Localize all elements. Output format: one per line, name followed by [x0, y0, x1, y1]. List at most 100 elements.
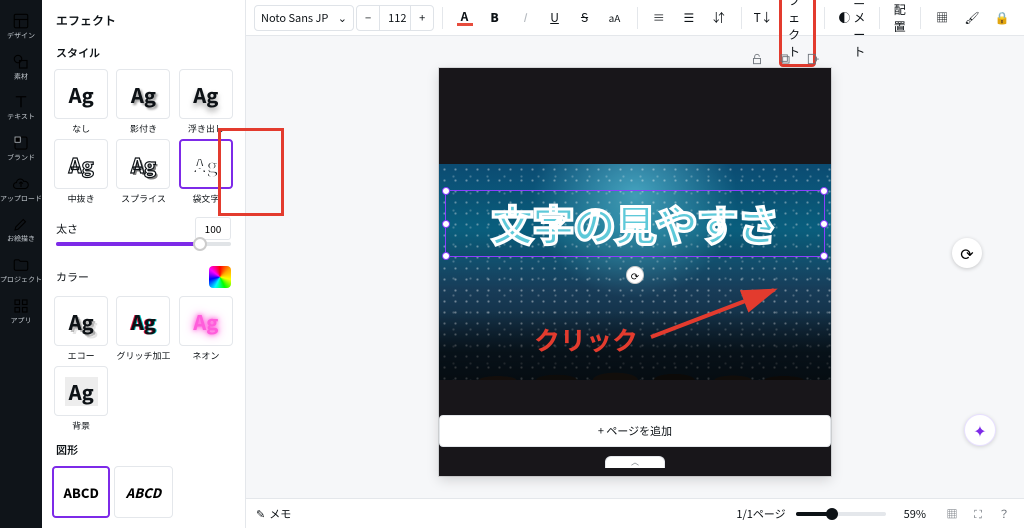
italic-button[interactable]: I — [511, 6, 539, 30]
list-button[interactable]: ☰ — [675, 6, 703, 30]
notes-icon: ✎ — [256, 506, 265, 522]
fullscreen-button[interactable]: ⛶ — [968, 504, 988, 524]
align-icon: ≡ — [651, 10, 667, 26]
style-shadow[interactable]: Ag 影付き — [114, 69, 172, 135]
tile-label: 影付き — [130, 122, 157, 135]
zoom-slider[interactable] — [796, 512, 886, 516]
selected-text-element[interactable]: 文字の見やすさ ⟳ — [445, 190, 825, 257]
style-section-label: スタイル — [42, 39, 245, 69]
rotate-handle[interactable]: ⟳ — [626, 266, 644, 284]
lock-button[interactable]: 🔒 — [988, 6, 1016, 30]
text-toolbar: Noto Sans JP ⌄ − 112 + A B I U S aA ≡ ☰ … — [246, 0, 1024, 36]
thickness-slider[interactable] — [56, 242, 231, 246]
rail-upload[interactable]: アップロード — [0, 169, 42, 208]
tile-label: ネオン — [192, 349, 219, 362]
tile-label: 中抜き — [68, 192, 95, 205]
resize-handle-sw[interactable] — [442, 252, 450, 260]
rail-label: テキスト — [7, 114, 35, 122]
rail-label: お絵描き — [7, 236, 35, 244]
shape-curve[interactable]: ABCD — [114, 466, 172, 518]
strikethrough-button[interactable]: S — [571, 6, 599, 30]
rail-label: デザイン — [7, 33, 35, 41]
add-page-button[interactable] — [802, 48, 824, 70]
underline-button[interactable]: U — [541, 6, 569, 30]
tile-label: 背景 — [72, 419, 90, 432]
rail-projects[interactable]: プロジェクト — [0, 250, 42, 289]
style-glitch[interactable]: Agグリッチ加工 — [114, 296, 172, 362]
transparency-button[interactable]: ▦ — [928, 6, 956, 30]
rail-text[interactable]: テキスト — [0, 87, 42, 126]
magic-button[interactable]: ✦ — [964, 414, 996, 446]
page-lock-button[interactable] — [746, 48, 768, 70]
tile-sample: Ag — [54, 366, 108, 416]
font-size-input[interactable]: 112 — [379, 6, 411, 30]
decrease-size-button[interactable]: − — [357, 6, 379, 30]
style-lift[interactable]: Ag浮き出し — [177, 69, 235, 135]
tile-sample: Ag — [54, 139, 108, 189]
tile-sample: Ag — [116, 296, 170, 346]
style-background[interactable]: Ag 背景 — [52, 366, 110, 432]
sparkle-icon: ✦ — [973, 418, 986, 442]
font-select[interactable]: Noto Sans JP ⌄ — [254, 5, 354, 31]
tile-sample: Ag — [179, 296, 233, 346]
shape-flat[interactable]: ABCD — [52, 466, 110, 518]
side-rail: デザイン 素材 テキスト ブランド アップロード お絵描き プロジェクト アプリ — [0, 0, 42, 528]
strikethrough-icon: S — [577, 10, 593, 26]
duplicate-page-button[interactable] — [774, 48, 796, 70]
panel-title: エフェクト — [42, 0, 245, 39]
add-page-bar[interactable]: + ページを追加 — [439, 415, 831, 447]
effects-panel: エフェクト スタイル Agなし Ag影付き Ag浮き出し Ag中抜き Agスプラ… — [42, 0, 246, 528]
style-hollow[interactable]: Ag 中抜き — [52, 139, 110, 205]
font-color-icon: A — [457, 10, 473, 26]
tile-label: エコー — [68, 349, 95, 362]
tile-sample: Ag — [116, 69, 170, 119]
lock-open-icon — [750, 52, 764, 66]
resize-handle-w[interactable] — [442, 220, 450, 228]
rail-label: プロジェクト — [0, 277, 42, 285]
color-swatch[interactable] — [209, 266, 231, 288]
grid-view-button[interactable]: ▦ — [942, 504, 962, 524]
slider-thumb[interactable] — [193, 237, 207, 251]
style-splice[interactable]: Agスプライス — [114, 139, 172, 205]
add-page-icon — [806, 52, 820, 66]
increase-size-button[interactable]: + — [411, 6, 433, 30]
align-button[interactable]: ≡ — [645, 6, 673, 30]
help-button[interactable]: ？ — [994, 504, 1014, 524]
zoom-thumb[interactable] — [826, 508, 838, 520]
rail-design[interactable]: デザイン — [0, 6, 42, 45]
rail-draw[interactable]: お絵描き — [0, 209, 42, 248]
reset-view-button[interactable]: ⟳ — [952, 238, 982, 268]
case-button[interactable]: aA — [601, 6, 629, 30]
bold-button[interactable]: B — [481, 6, 509, 30]
thickness-label: 太さ — [56, 221, 187, 237]
style-echo[interactable]: Agエコー — [52, 296, 110, 362]
resize-handle-nw[interactable] — [442, 187, 450, 195]
zoom-value[interactable]: 59% — [904, 506, 926, 522]
annotation-arrow — [646, 282, 786, 342]
spacing-icon: ⇵ — [711, 10, 727, 26]
tile-label: スプライス — [121, 192, 166, 205]
tile-sample: Ag — [179, 139, 233, 189]
resize-handle-e[interactable] — [820, 220, 828, 228]
style-none[interactable]: Agなし — [52, 69, 110, 135]
spacing-button[interactable]: ⇵ — [705, 6, 733, 30]
shapes-icon — [12, 53, 30, 71]
copy-style-button[interactable]: 🖌 — [958, 6, 986, 30]
canvas-text[interactable]: 文字の見やすさ — [446, 193, 824, 254]
rail-elements[interactable]: 素材 — [0, 47, 42, 86]
position-button[interactable]: 配置 — [888, 0, 912, 39]
page-indicator[interactable]: 1/1ページ — [736, 506, 785, 522]
collapse-footer-button[interactable]: ︿ — [605, 456, 665, 468]
font-color-button[interactable]: A — [451, 6, 479, 30]
refresh-icon: ⟳ — [960, 241, 973, 265]
resize-handle-se[interactable] — [820, 252, 828, 260]
case-icon: aA — [607, 10, 623, 26]
notes-button[interactable]: ✎ メモ — [256, 506, 291, 522]
shape-tiles: ABCD ABCD — [42, 466, 245, 528]
style-neon[interactable]: Ag ネオン — [177, 296, 235, 362]
style-outline[interactable]: Ag袋文字 — [177, 139, 235, 205]
rail-brand[interactable]: ブランド — [0, 128, 42, 167]
resize-handle-ne[interactable] — [820, 187, 828, 195]
rail-apps[interactable]: アプリ — [0, 291, 42, 330]
vertical-text-button[interactable]: T↓ — [749, 6, 777, 30]
